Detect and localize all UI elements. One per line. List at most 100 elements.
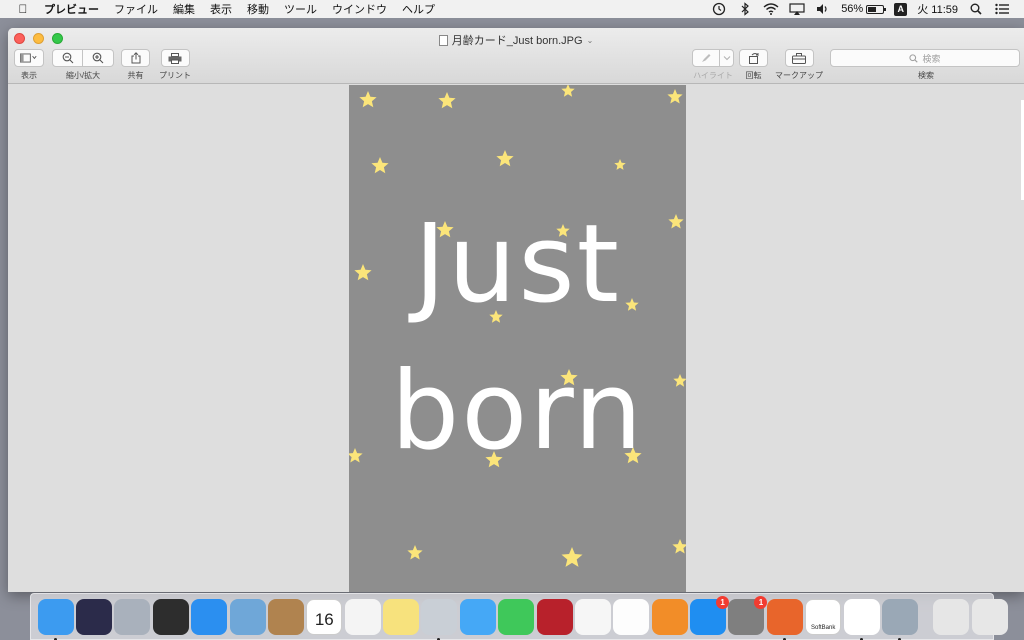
share-label: 共有 [127, 71, 144, 80]
search-icon [909, 53, 919, 63]
softbank-label: SoftBank [811, 624, 836, 631]
zoom-out-icon [62, 52, 73, 64]
star-icon [496, 150, 514, 167]
sidebar-icon [20, 53, 37, 63]
star-icon [672, 539, 686, 554]
menu-go[interactable]: 移動 [247, 1, 269, 17]
card-text-line1: Just [414, 202, 621, 327]
status-area: 56% A 火 11:59 [711, 1, 1024, 17]
facetime-icon[interactable] [498, 598, 535, 635]
menu-view[interactable]: 表示 [210, 1, 232, 17]
highlight-button[interactable] [692, 49, 720, 67]
highlight-label: ハイライト [693, 71, 733, 80]
input-source-badge[interactable]: A [894, 2, 908, 16]
airplay-icon[interactable] [789, 2, 805, 16]
contacts-icon[interactable] [267, 598, 304, 635]
search-label: 検索 [918, 71, 934, 80]
bluetooth-icon[interactable] [737, 2, 753, 16]
calendar-icon[interactable]: 16 [306, 598, 343, 635]
preview-window: 月齢カード_Just born.JPG ⌄ 表示 縮小/拡大 共有 プリント ハ… [8, 28, 1024, 592]
menu-edit[interactable]: 編集 [173, 1, 195, 17]
battery-status[interactable]: 56% [841, 3, 887, 15]
mission-control-icon[interactable] [152, 598, 189, 635]
softbank-icon[interactable]: SoftBank [805, 598, 842, 635]
siri-icon[interactable] [76, 598, 113, 635]
star-icon [667, 89, 683, 104]
menu-clock[interactable]: 火 11:59 [917, 1, 958, 17]
share-group: 共有 [121, 49, 150, 81]
highlight-menu-button[interactable] [720, 49, 734, 67]
chevron-down-icon [723, 56, 730, 61]
star-icon [561, 547, 583, 567]
notification-center-icon[interactable] [994, 2, 1010, 16]
rotate-icon [748, 53, 758, 64]
zoom-group: 縮小/拡大 [52, 49, 114, 81]
menu-help[interactable]: ヘルプ [402, 1, 435, 17]
view-label: 表示 [21, 71, 37, 80]
markup-group: マークアップ [775, 49, 823, 81]
wifi-icon[interactable] [763, 2, 779, 16]
photos-icon[interactable] [574, 598, 611, 635]
photo-booth-icon[interactable] [536, 598, 573, 635]
highlighter-icon [702, 54, 711, 62]
battery-level-fill [868, 6, 877, 12]
highlight-group: ハイライト [692, 49, 734, 81]
share-button[interactable] [121, 49, 150, 67]
rotate-group: 回転 [739, 49, 768, 81]
month-card-image: Just born [349, 85, 686, 592]
launchpad-icon[interactable] [114, 598, 151, 635]
trash-icon[interactable] [971, 598, 1008, 635]
markup-label: マークアップ [775, 71, 823, 80]
zoom-in-button[interactable] [83, 49, 114, 67]
itunes-icon[interactable] [613, 598, 650, 635]
markup-button[interactable] [784, 49, 814, 67]
share-icon [131, 52, 140, 64]
preview-icon[interactable] [421, 598, 458, 640]
star-icon [561, 85, 575, 97]
view-menu-button[interactable] [14, 49, 44, 67]
app-store-icon[interactable]: 1 [690, 595, 730, 635]
system-preferences-icon[interactable]: 1 [728, 595, 768, 635]
apple-menu-icon[interactable]:  [14, 2, 32, 16]
menu-window[interactable]: ウインドウ [332, 1, 387, 17]
calendar-day: 16 [314, 609, 334, 629]
printer-icon [168, 52, 182, 64]
battery-icon [866, 4, 887, 14]
rotate-button[interactable] [739, 49, 768, 67]
stars-decoration [349, 85, 686, 567]
spotlight-search-icon[interactable] [968, 2, 984, 16]
volume-icon[interactable] [815, 2, 831, 16]
safari-icon[interactable] [191, 598, 228, 635]
print-label: プリント [159, 71, 191, 80]
image-capture-icon[interactable] [881, 598, 918, 640]
reminders-icon[interactable] [344, 598, 381, 635]
menu-file[interactable]: ファイル [114, 1, 158, 17]
search-placeholder: 検索 [922, 53, 941, 64]
zoom-label: 縮小/拡大 [65, 71, 101, 80]
time-machine-icon[interactable] [711, 2, 727, 16]
finder-icon[interactable] [37, 598, 74, 640]
dock: 16 1 1 SoftBank [30, 593, 1008, 640]
ibooks-icon[interactable] [651, 598, 688, 635]
search-input[interactable]: 検索 [830, 49, 1020, 67]
notification-badge: 1 [754, 595, 768, 609]
messages-icon[interactable] [459, 598, 496, 635]
firefox-icon[interactable] [766, 598, 803, 640]
downloads-stack-icon[interactable] [933, 598, 970, 635]
document-icon [438, 34, 448, 46]
menu-tools[interactable]: ツール [284, 1, 317, 17]
star-icon [438, 92, 456, 109]
print-button[interactable] [160, 49, 190, 67]
mail-icon[interactable] [229, 598, 266, 635]
zoom-out-button[interactable] [52, 49, 83, 67]
menu-app-name[interactable]: プレビュー [44, 1, 99, 17]
chrome-icon[interactable] [843, 598, 880, 640]
window-titlebar: 月齢カード_Just born.JPG ⌄ 表示 縮小/拡大 共有 プリント ハ… [8, 28, 1024, 84]
star-icon [407, 545, 423, 560]
toolbox-icon [792, 52, 806, 64]
rotate-label: 回転 [745, 71, 762, 80]
document-canvas[interactable]: Just born [8, 85, 1024, 592]
star-icon [614, 159, 626, 170]
window-title[interactable]: 月齢カード_Just born.JPG ⌄ [8, 32, 1024, 48]
notes-icon[interactable] [383, 598, 420, 635]
